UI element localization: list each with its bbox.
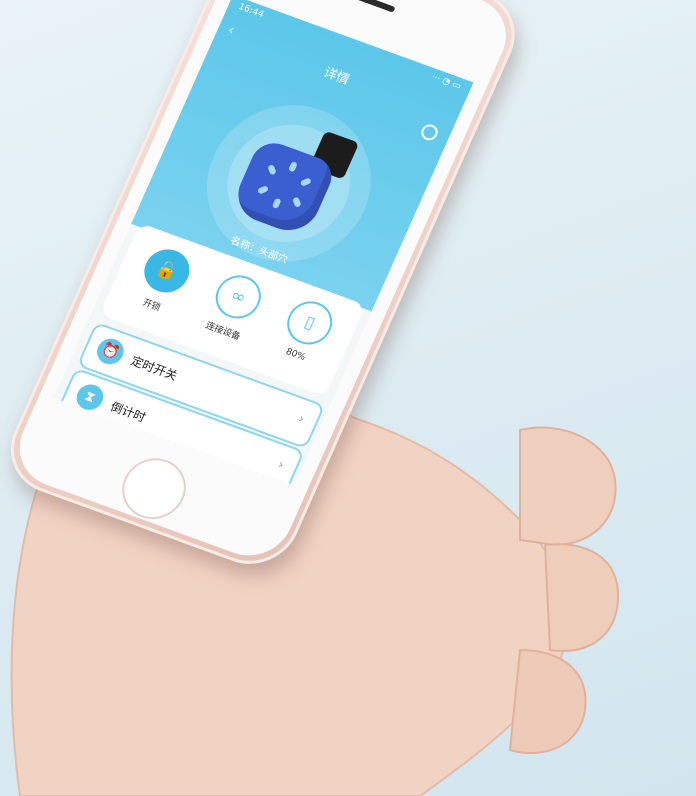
row-timer-switch-label: 定时开关 — [128, 353, 180, 384]
qa-connect-device[interactable]: ∞ 连接设备 — [193, 266, 276, 346]
alarm-clock-icon: ⏰ — [92, 335, 128, 368]
device-vent — [271, 197, 282, 209]
battery-icon: ▯ — [280, 295, 340, 351]
status-time: 16:44 — [236, 1, 266, 20]
home-button[interactable] — [112, 449, 196, 528]
device-vent — [257, 185, 269, 195]
status-indicators: ··· ◔ ▭ — [429, 72, 463, 92]
device-vent — [292, 196, 302, 208]
lock-icon: 🔓 — [137, 243, 197, 299]
hourglass-icon: ⧗ — [72, 380, 108, 414]
link-icon: ∞ — [208, 269, 268, 325]
row-countdown-label: 倒计时 — [108, 399, 148, 425]
qa-battery: ▯ 80% — [265, 292, 347, 369]
page-title: 详情 — [321, 65, 352, 88]
qa-unlock[interactable]: 🔓 开锁 — [121, 240, 204, 320]
chevron-right-icon: › — [295, 411, 307, 428]
qa-unlock-label: 开锁 — [140, 298, 162, 314]
earpiece-speaker — [336, 0, 396, 13]
device-vent — [288, 161, 298, 173]
qa-connect-label: 连接设备 — [203, 320, 242, 343]
gear-icon[interactable] — [418, 122, 441, 143]
qa-battery-label: 80% — [283, 346, 307, 363]
chevron-right-icon: › — [275, 457, 287, 473]
device-vent — [299, 177, 312, 187]
device-vent — [267, 164, 277, 176]
